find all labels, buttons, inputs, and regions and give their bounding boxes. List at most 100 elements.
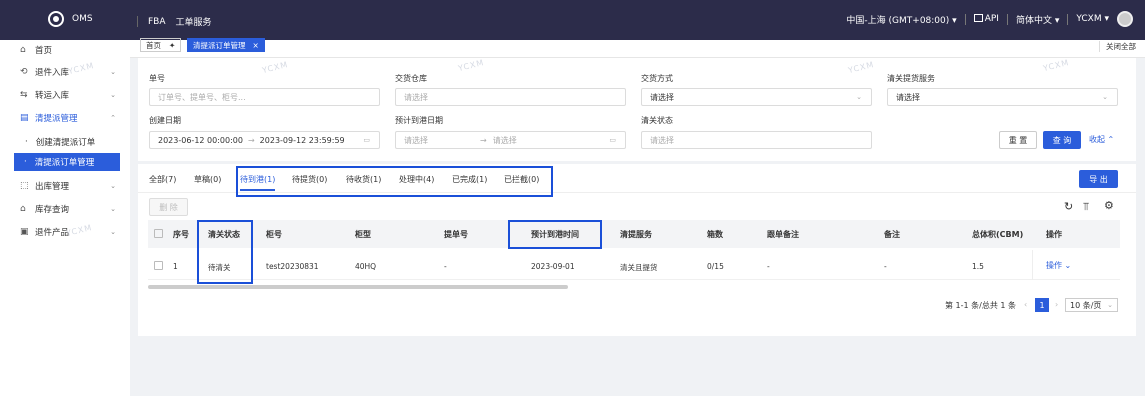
sidebar-item-inventory[interactable]: ⌂ 库存查询 ⌄: [0, 199, 130, 219]
home-icon: ⌂: [20, 45, 26, 55]
sidebar-item-outbound[interactable]: ⬚ 出库管理 ⌄: [0, 176, 130, 196]
customs-status-select[interactable]: 请选择: [641, 131, 872, 149]
chevron-down-icon: ⌄: [110, 205, 116, 213]
column-height-icon[interactable]: ⫪: [1083, 200, 1089, 214]
api-link[interactable]: API: [973, 14, 999, 24]
table-header: 序号 清关状态 柜号 柜型 提单号 预计到港时间 清提服务 箱数 跟单备注 备注…: [148, 220, 1120, 248]
logo-icon: [48, 11, 64, 27]
sidebar-subitem-label: 清提派订单管理: [34, 158, 95, 168]
cell-eta: 2023-09-01: [531, 262, 575, 271]
delivery-method-select[interactable]: 请选择 ⌄: [641, 88, 872, 106]
collapse-label: 收起: [1089, 135, 1105, 144]
user-name: YCXM: [1076, 14, 1102, 24]
highlight-box-tabs: [236, 166, 553, 197]
api-label: API: [984, 14, 999, 24]
watermark: YCXM: [457, 57, 486, 74]
chevron-down-icon: ▾: [952, 15, 957, 26]
table-row[interactable]: 1 待清关 test20230831 40HQ - 2023-09-01 清关且…: [148, 250, 1120, 280]
select-all-checkbox[interactable]: [154, 229, 163, 238]
horizontal-scrollbar[interactable]: [148, 285, 568, 289]
sidebar-subitem-order-management[interactable]: · 清提派订单管理: [14, 153, 120, 171]
return-icon: ⟲: [20, 67, 28, 77]
col-volume: 总体积(CBM): [972, 230, 1024, 239]
watermark: YCXM: [261, 59, 290, 76]
cell-service: 清关且提货: [620, 263, 658, 272]
nav-work-order[interactable]: 工单服务: [176, 15, 212, 28]
avatar[interactable]: [1117, 11, 1133, 27]
highlight-box-eta: [508, 220, 602, 249]
reset-button[interactable]: 重 置: [999, 131, 1037, 149]
select-value: 请选择: [896, 92, 920, 102]
delivery-method-label: 交货方式: [641, 74, 673, 83]
main-area: 首页 ✦ 清提派订单管理 × 关闭全部 YCXM YCXM YCXM YCXM …: [130, 38, 1145, 396]
page-number-current[interactable]: 1: [1035, 298, 1049, 312]
eta-date-range[interactable]: 请选择 → 请选择 ▭: [395, 131, 626, 149]
timezone-selector[interactable]: 中国-上海 (GMT+08:00) ▾: [846, 13, 956, 26]
top-right: 中国-上海 (GMT+08:00) ▾ API 简体中文 ▾ YCXM ▾: [846, 11, 1133, 27]
chevron-down-icon: ▾: [1104, 14, 1109, 24]
settings-icon[interactable]: ⚙: [1104, 199, 1114, 212]
tab-all[interactable]: 全部(7): [149, 174, 176, 185]
api-icon: [973, 14, 983, 22]
service-select[interactable]: 请选择 ⌄: [887, 88, 1118, 106]
col-index: 序号: [173, 230, 189, 239]
row-checkbox[interactable]: [154, 261, 163, 270]
tab-clearance-orders[interactable]: 清提派订单管理 ×: [187, 38, 265, 52]
sidebar-item-home[interactable]: ⌂ 首页: [0, 40, 130, 60]
sidebar-item-returns-inbound[interactable]: ⟲ 退件入库 ⌄: [0, 62, 130, 82]
sidebar-item-transfer-inbound[interactable]: ⇆ 转运入库 ⌄: [0, 85, 130, 105]
pagination-summary: 第 1-1 条/总共 1 条: [945, 301, 1017, 310]
sidebar-item-label: 库存查询: [35, 205, 70, 215]
refresh-icon[interactable]: ↻: [1064, 200, 1073, 213]
page-size-select[interactable]: 10 条/页 ⌄: [1065, 298, 1118, 312]
col-bill-of-lading: 提单号: [444, 230, 468, 239]
row-actions-dropdown[interactable]: 操作 ⌄: [1046, 260, 1071, 271]
chevron-down-icon: ⌄: [856, 93, 862, 101]
watermark: YCXM: [1042, 57, 1071, 74]
results-panel: 全部(7) 草稿(0) 待到港(1) 待提货(0) 待收货(1) 处理中(4) …: [138, 164, 1136, 336]
next-page-icon[interactable]: ›: [1055, 300, 1058, 309]
sidebar-item-clearance-management[interactable]: ▤ 清提派管理 ⌃: [0, 108, 130, 128]
nav-fba[interactable]: FBA: [148, 17, 166, 27]
chevron-up-icon: ⌃: [110, 114, 116, 122]
timezone-label: 中国-上海 (GMT+08:00): [846, 15, 950, 26]
cell-volume: 1.5: [972, 262, 984, 271]
warehouse-icon: ⌂: [20, 204, 26, 214]
tab-home[interactable]: 首页 ✦: [140, 38, 182, 52]
sidebar: ⌂ 首页 ⟲ 退件入库 ⌄ ⇆ 转运入库 ⌄ ▤ 清提派管理 ⌃ · 创建清提派…: [0, 40, 130, 396]
created-date-range[interactable]: 2023-06-12 00:00:00 → 2023-09-12 23:59:5…: [149, 131, 380, 149]
transfer-icon: ⇆: [20, 90, 28, 100]
app-logo[interactable]: OMS: [48, 11, 93, 27]
page-tabs: 首页 ✦ 清提派订单管理 × 关闭全部: [130, 38, 1145, 58]
date-start: 请选择: [404, 135, 428, 145]
close-all-tabs-button[interactable]: 关闭全部: [1099, 41, 1136, 52]
cell-note: -: [884, 262, 887, 271]
order-no-label: 单号: [149, 74, 165, 83]
search-button[interactable]: 查 询: [1043, 131, 1081, 149]
chevron-down-icon: ⌄: [110, 182, 116, 190]
sidebar-item-return-products[interactable]: ▣ 退件产品 ⌄: [0, 222, 130, 242]
language-selector[interactable]: 简体中文 ▾: [1016, 13, 1059, 26]
user-menu[interactable]: YCXM ▾: [1076, 14, 1109, 24]
calendar-icon: ▭: [363, 136, 370, 144]
prev-page-icon[interactable]: ‹: [1024, 300, 1027, 309]
cell-container-type: 40HQ: [355, 262, 377, 271]
sidebar-item-label: 退件入库: [35, 68, 70, 78]
delete-button[interactable]: 删 除: [149, 198, 188, 216]
placeholder: 订单号、提单号、柜号...: [158, 92, 246, 102]
order-no-input[interactable]: 订单号、提单号、柜号...: [149, 88, 380, 106]
eta-date-label: 预计到港日期: [395, 116, 443, 125]
tab-draft[interactable]: 草稿(0): [194, 174, 221, 185]
cell-index: 1: [173, 262, 178, 271]
chevron-down-icon: ⌄: [1107, 301, 1113, 309]
cell-cartons: 0/15: [707, 262, 724, 271]
warehouse-select[interactable]: 请选择: [395, 88, 626, 106]
export-button[interactable]: 导 出: [1079, 170, 1118, 188]
collapse-toggle[interactable]: 收起 ⌃: [1089, 134, 1114, 145]
range-separator: →: [480, 135, 487, 145]
sidebar-item-label: 退件产品: [35, 228, 70, 238]
pin-icon[interactable]: ✦: [169, 41, 175, 50]
close-icon[interactable]: ×: [253, 41, 259, 50]
sidebar-subitem-create-order[interactable]: · 创建清提派订单: [0, 133, 130, 151]
chevron-down-icon: ⌄: [1102, 93, 1108, 101]
